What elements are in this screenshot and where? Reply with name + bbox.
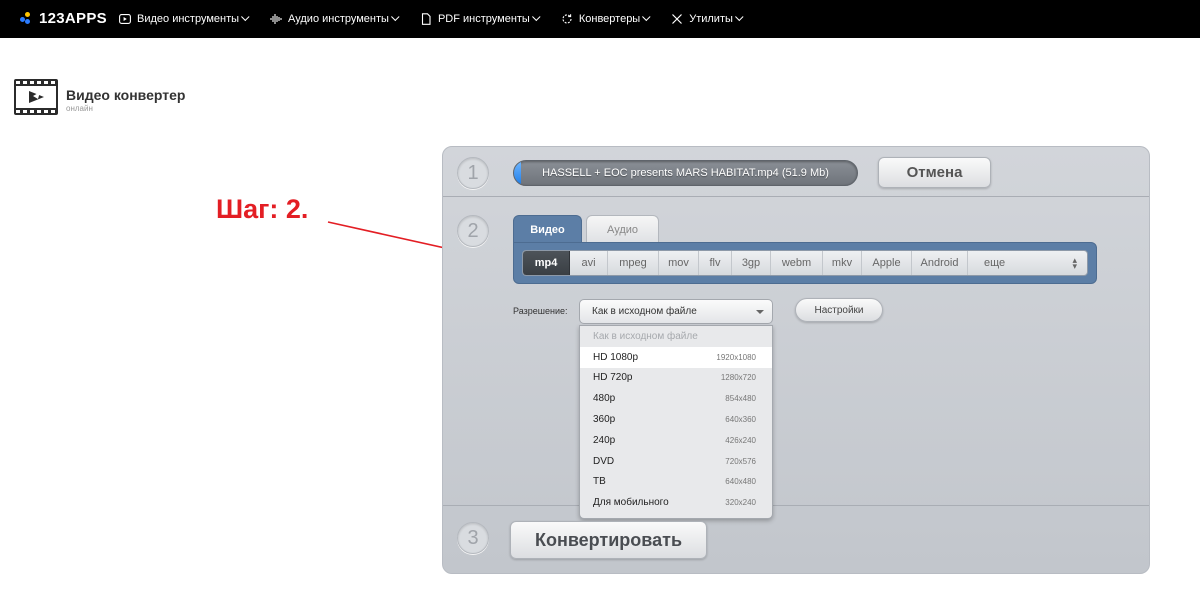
- convert-button[interactable]: Конвертировать: [510, 521, 707, 559]
- page-subtitle: онлайн: [66, 104, 93, 113]
- tab-video[interactable]: Видео: [513, 215, 582, 243]
- resolution-option-size: 640x360: [725, 415, 756, 425]
- step-number: 1: [457, 157, 489, 189]
- format-more-label: еще: [984, 257, 1006, 269]
- format-option-mkv[interactable]: mkv: [823, 251, 862, 275]
- format-option-avi[interactable]: avi: [570, 251, 608, 275]
- resolution-option[interactable]: HD 1080p 1920x1080: [580, 346, 772, 368]
- resolution-option-size: 854x480: [725, 394, 756, 404]
- chevron-down-icon: [531, 12, 541, 22]
- format-option-mov[interactable]: mov: [659, 251, 699, 275]
- nav-item[interactable]: Конвертеры: [561, 12, 651, 25]
- resolution-option-size: 320x240: [725, 498, 756, 508]
- resolution-option-size: 640x480: [725, 477, 756, 487]
- step-divider: [443, 196, 1149, 197]
- format-option-flv[interactable]: flv: [699, 251, 732, 275]
- nav-item[interactable]: PDF инструменты: [420, 12, 541, 25]
- format-option-mp4[interactable]: mp4: [523, 251, 570, 275]
- settings-button[interactable]: Настройки: [795, 298, 883, 322]
- format-selector: mp4 avi mpeg mov flv 3gp webm mkv Apple Android ещ…: [522, 250, 1088, 276]
- video-converter-icon: [14, 79, 58, 115]
- brand-name: 123APPS: [39, 10, 107, 27]
- resolution-selected-value: Как в исходном файле: [592, 306, 697, 317]
- resolution-option-size: 426x240: [725, 435, 756, 445]
- format-option-apple[interactable]: Apple: [862, 251, 912, 275]
- nav-item-label: Аудио инструменты: [288, 13, 389, 25]
- resolution-option-label: 360p: [593, 414, 616, 426]
- caret-down-icon: [756, 310, 764, 314]
- resolution-option-label: Как в исходном файле: [593, 330, 698, 342]
- step-annotation: Шаг: 2.: [216, 194, 309, 224]
- chevron-down-icon: [734, 12, 744, 22]
- logo-dots-icon: [20, 11, 34, 26]
- resolution-option[interactable]: 480p 854x480: [580, 388, 772, 409]
- format-more-button[interactable]: еще ▴ ▾: [968, 251, 1087, 275]
- resolution-option-size: 720x576: [725, 456, 756, 466]
- chevron-down-icon: [391, 12, 400, 22]
- nav-item[interactable]: Утилиты: [671, 12, 744, 25]
- tab-audio[interactable]: Аудио: [586, 215, 659, 243]
- resolution-option: Как в исходном файле: [580, 326, 772, 347]
- format-option-android[interactable]: Android: [912, 251, 968, 275]
- step-divider: [443, 505, 1149, 506]
- cancel-button[interactable]: Отмена: [878, 157, 991, 188]
- resolution-label: Разрешение:: [513, 306, 568, 316]
- format-option-mpeg[interactable]: mpeg: [608, 251, 659, 275]
- resolution-option[interactable]: 360p 640x360: [580, 409, 772, 430]
- refresh-icon: [561, 13, 573, 25]
- waveform-icon: [270, 13, 282, 25]
- tools-icon: [671, 13, 683, 25]
- nav-item-label: Утилиты: [689, 13, 733, 25]
- resolution-option[interactable]: Для мобильного 320x240: [580, 492, 772, 513]
- page-title: Видео конвертер: [66, 87, 186, 103]
- nav-item[interactable]: Аудио инструменты: [270, 12, 400, 25]
- resolution-option[interactable]: HD 720p 1280x720: [580, 368, 772, 389]
- step-number: 3: [457, 522, 489, 554]
- brand-logo[interactable]: 123APPS: [20, 10, 107, 27]
- resolution-option[interactable]: 240p 426x240: [580, 430, 772, 451]
- resolution-option[interactable]: DVD 720x576: [580, 451, 772, 472]
- up-down-arrows-icon: ▴ ▾: [1072, 255, 1077, 271]
- nav-item-label: PDF инструменты: [437, 13, 530, 25]
- play-icon: [119, 13, 131, 25]
- upload-progress-bar: HASSELL + EOC presents MARS HABITAT.mp4 …: [513, 160, 858, 186]
- resolution-option-label: ТВ: [593, 476, 606, 488]
- main-nav: Видео инструменты Аудио инструменты PDF ин…: [119, 0, 764, 38]
- nav-item-label: Видео инструменты: [137, 13, 240, 25]
- resolution-option-label: DVD: [593, 455, 615, 467]
- nav-item-label: Конвертеры: [578, 13, 641, 25]
- nav-item[interactable]: Видео инструменты: [119, 12, 250, 25]
- resolution-option-label: Для мобильного: [593, 497, 669, 509]
- format-option-3gp[interactable]: 3gp: [732, 251, 771, 275]
- file-name-label: HASSELL + EOC presents MARS HABITAT.mp4 …: [542, 167, 829, 179]
- resolution-option-label: 480p: [593, 393, 616, 405]
- resolution-option-size: 1920x1080: [716, 352, 756, 362]
- format-option-webm[interactable]: webm: [771, 251, 823, 275]
- resolution-option[interactable]: ТВ 640x480: [580, 472, 772, 493]
- chevron-down-icon: [642, 12, 651, 22]
- resolution-option-size: 1280x720: [720, 373, 756, 383]
- resolution-option-label: HD 1080p: [593, 351, 639, 363]
- resolution-select[interactable]: Как в исходном файле: [579, 299, 773, 324]
- document-icon: [420, 13, 432, 25]
- resolution-dropdown: Как в исходном файле HD 1080p 1920x1080 HD …: [579, 325, 773, 519]
- converter-panel: [442, 146, 1150, 574]
- step-number: 2: [457, 215, 489, 247]
- resolution-option-label: 240p: [593, 434, 616, 446]
- top-nav-bar: 123APPS Видео инструменты Аудио инструмен…: [0, 0, 1200, 38]
- chevron-down-icon: [241, 12, 250, 22]
- resolution-option-label: HD 720p: [593, 372, 633, 384]
